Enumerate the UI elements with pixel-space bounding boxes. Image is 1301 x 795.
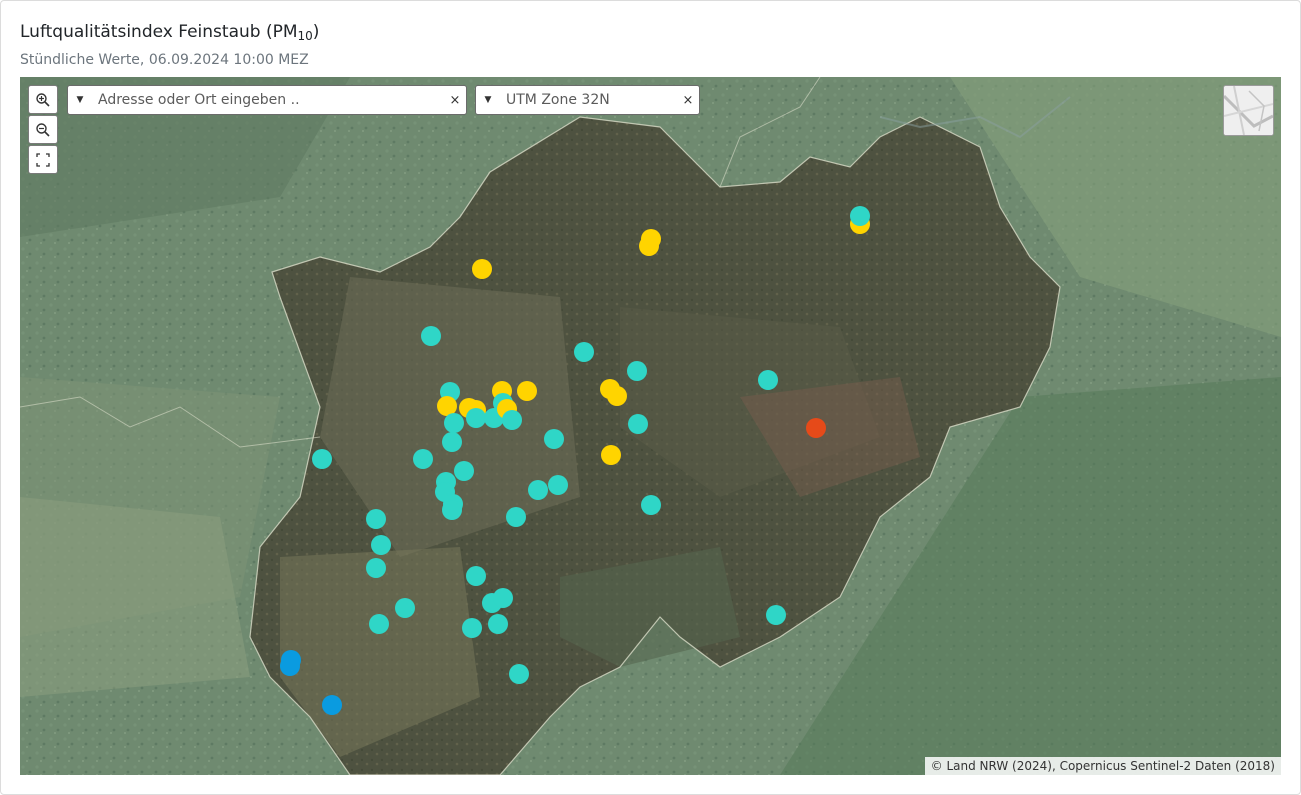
station-marker-yellow[interactable] xyxy=(639,236,659,256)
fullscreen-button[interactable] xyxy=(28,145,58,174)
station-marker-yellow[interactable] xyxy=(517,381,537,401)
station-marker-cyan[interactable] xyxy=(574,342,594,362)
station-marker-blue[interactable] xyxy=(322,695,342,715)
station-marker-cyan[interactable] xyxy=(312,449,332,469)
station-marker-yellow[interactable] xyxy=(601,445,621,465)
station-markers-layer xyxy=(280,206,870,715)
station-marker-cyan[interactable] xyxy=(442,500,462,520)
page-title: Luftqualitätsindex Feinstaub (PM10) xyxy=(20,22,320,43)
basemap-toggle-icon xyxy=(1224,86,1273,135)
station-marker-cyan[interactable] xyxy=(466,566,486,586)
station-marker-cyan[interactable] xyxy=(850,206,870,226)
station-marker-cyan[interactable] xyxy=(366,558,386,578)
station-marker-cyan[interactable] xyxy=(509,664,529,684)
station-marker-cyan[interactable] xyxy=(528,480,548,500)
zoom-out-button[interactable] xyxy=(28,115,58,144)
station-marker-cyan[interactable] xyxy=(758,370,778,390)
map-attribution: © Land NRW (2024), Copernicus Sentinel-2… xyxy=(924,757,1281,775)
station-marker-cyan[interactable] xyxy=(369,614,389,634)
map-view[interactable]: ▼ Adresse oder Ort eingeben .. × ▼ UTM Z… xyxy=(20,77,1281,775)
station-marker-cyan[interactable] xyxy=(466,408,486,428)
station-marker-orange[interactable] xyxy=(806,418,826,438)
address-search-input[interactable]: Adresse oder Ort eingeben .. xyxy=(92,92,444,108)
close-icon[interactable]: × xyxy=(677,93,699,108)
station-marker-cyan[interactable] xyxy=(413,449,433,469)
address-search[interactable]: ▼ Adresse oder Ort eingeben .. × xyxy=(67,85,467,115)
station-marker-cyan[interactable] xyxy=(641,495,661,515)
station-marker-cyan[interactable] xyxy=(506,507,526,527)
station-marker-cyan[interactable] xyxy=(493,588,513,608)
station-marker-blue[interactable] xyxy=(280,656,300,676)
station-marker-cyan[interactable] xyxy=(488,614,508,634)
station-marker-cyan[interactable] xyxy=(366,509,386,529)
zoom-in-icon xyxy=(36,92,50,107)
station-marker-cyan[interactable] xyxy=(502,410,522,430)
station-marker-cyan[interactable] xyxy=(444,413,464,433)
close-icon[interactable]: × xyxy=(444,93,466,108)
station-marker-cyan[interactable] xyxy=(371,535,391,555)
chevron-down-icon[interactable]: ▼ xyxy=(476,95,500,105)
station-marker-cyan[interactable] xyxy=(442,432,462,452)
basemap-toggle-button[interactable] xyxy=(1223,85,1274,136)
zoom-out-icon xyxy=(36,122,50,137)
fullscreen-icon xyxy=(36,152,50,167)
station-marker-cyan[interactable] xyxy=(421,326,441,346)
station-marker-cyan[interactable] xyxy=(395,598,415,618)
page-subtitle: Stündliche Werte, 06.09.2024 10:00 MEZ xyxy=(20,52,309,68)
station-marker-yellow[interactable] xyxy=(607,386,627,406)
station-marker-cyan[interactable] xyxy=(627,361,647,381)
chevron-down-icon[interactable]: ▼ xyxy=(68,95,92,105)
station-marker-yellow[interactable] xyxy=(472,259,492,279)
station-marker-cyan[interactable] xyxy=(544,429,564,449)
zoom-in-button[interactable] xyxy=(28,85,58,114)
station-marker-cyan[interactable] xyxy=(454,461,474,481)
station-marker-cyan[interactable] xyxy=(462,618,482,638)
crs-select[interactable]: ▼ UTM Zone 32N × xyxy=(475,85,700,115)
crs-select-value[interactable]: UTM Zone 32N xyxy=(500,92,677,108)
station-marker-cyan[interactable] xyxy=(548,475,568,495)
station-marker-cyan[interactable] xyxy=(766,605,786,625)
station-marker-cyan[interactable] xyxy=(628,414,648,434)
